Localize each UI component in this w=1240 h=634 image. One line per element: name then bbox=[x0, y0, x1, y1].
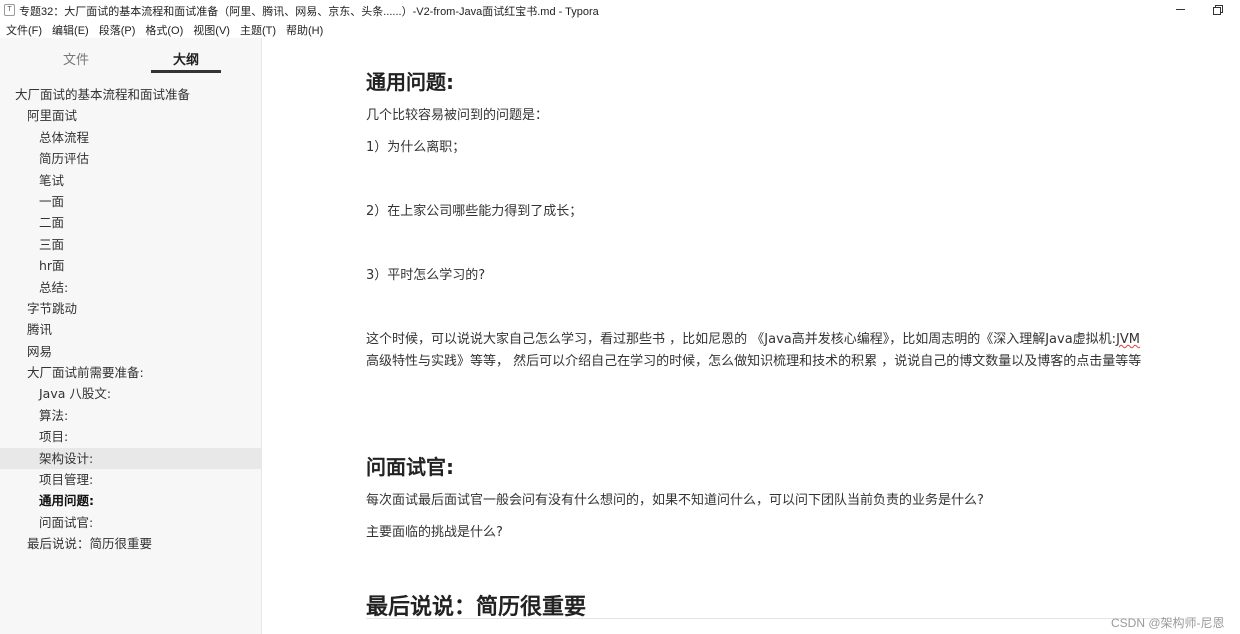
menu-theme[interactable]: 主题(T) bbox=[235, 20, 281, 38]
paragraph-question-1: 1）为什么离职； bbox=[366, 140, 466, 155]
outline-item[interactable]: 二面 bbox=[0, 212, 262, 233]
paragraph-study-line-2: 高级特性与实践》等等， 然后可以介绍自己在学习的时候，怎么做知识梳理和技术的积累… bbox=[366, 354, 1142, 369]
editor-pane[interactable]: 通用问题: 几个比较容易被问到的问题是： 1）为什么离职； 2）在上家公司哪些能… bbox=[263, 38, 1240, 634]
menu-edit[interactable]: 编辑(E) bbox=[47, 20, 94, 38]
sidebar: 文件 大纲 大厂面试的基本流程和面试准备 阿里面试 总体流程 简历评估 笔试 一面 二面 三面… bbox=[0, 38, 262, 634]
paragraph-ask-2: 主要面临的挑战是什么? bbox=[366, 525, 503, 540]
outline-item[interactable]: 最后说说：简历很重要 bbox=[0, 533, 262, 554]
tab-outline[interactable]: 大纲 bbox=[151, 49, 221, 68]
outline-item[interactable]: Java 八股文: bbox=[0, 383, 262, 404]
outline-item[interactable]: 笔试 bbox=[0, 170, 262, 191]
menu-bar: 文件(F) 编辑(E) 段落(P) 格式(O) 视图(V) 主题(T) 帮助(H… bbox=[0, 20, 328, 38]
outline-item[interactable]: 大厂面试前需要准备: bbox=[0, 362, 262, 383]
paragraph-study-text: 这个时候，可以说说大家自己怎么学习，看过那些书 ，比如尼恩的 《Java高并发核… bbox=[366, 332, 1117, 347]
restore-icon[interactable] bbox=[1212, 3, 1224, 15]
minimize-icon[interactable] bbox=[1175, 3, 1187, 15]
outline-item[interactable]: 阿里面试 bbox=[0, 105, 262, 126]
outline-item[interactable]: 字节跳动 bbox=[0, 298, 262, 319]
menu-format[interactable]: 格式(O) bbox=[140, 20, 188, 38]
paragraph-study-line-1: 这个时候，可以说说大家自己怎么学习，看过那些书 ，比如尼恩的 《Java高并发核… bbox=[366, 329, 1140, 351]
outline-item[interactable]: hr面 bbox=[0, 255, 262, 276]
outline-item[interactable]: 项目管理: bbox=[0, 469, 262, 490]
menu-paragraph[interactable]: 段落(P) bbox=[94, 20, 141, 38]
heading-resume-important: 最后说说：简历很重要 bbox=[366, 595, 587, 620]
outline-item[interactable]: 通用问题: bbox=[0, 490, 262, 511]
outline-item[interactable]: 简历评估 bbox=[0, 148, 262, 169]
heading-underline bbox=[366, 618, 1166, 619]
outline-item[interactable]: 架构设计: bbox=[0, 447, 262, 470]
paragraph-question-3: 3）平时怎么学习的? bbox=[366, 268, 486, 283]
paragraph-intro: 几个比较容易被问到的问题是： bbox=[366, 108, 549, 123]
title-bar: T 专题32：大厂面试的基本流程和面试准备（阿里、腾讯、网易、京东、头条....… bbox=[0, 0, 1240, 20]
sidebar-tabs: 文件 大纲 bbox=[0, 38, 262, 74]
outline-item[interactable]: 一面 bbox=[0, 191, 262, 212]
outline-item[interactable]: 总结: bbox=[0, 277, 262, 298]
typora-app-icon: T bbox=[4, 4, 15, 16]
active-tab-indicator bbox=[151, 70, 221, 73]
outline-item[interactable]: 总体流程 bbox=[0, 127, 262, 148]
outline-item[interactable]: 腾讯 bbox=[0, 319, 262, 340]
outline-item[interactable]: 问面试官: bbox=[0, 512, 262, 533]
menu-file[interactable]: 文件(F) bbox=[0, 20, 47, 38]
outline-list: 大厂面试的基本流程和面试准备 阿里面试 总体流程 简历评估 笔试 一面 二面 三面 hr面 总结:… bbox=[0, 84, 262, 555]
heading-ask-interviewer: 问面试官: bbox=[366, 455, 454, 479]
spellcheck-word: JVM bbox=[1116, 332, 1141, 347]
outline-item[interactable]: 大厂面试的基本流程和面试准备 bbox=[0, 84, 262, 105]
heading-general-questions: 通用问题: bbox=[366, 70, 454, 94]
tab-files[interactable]: 文件 bbox=[41, 49, 111, 68]
menu-help[interactable]: 帮助(H) bbox=[281, 20, 328, 38]
paragraph-ask-1: 每次面试最后面试官一般会问有没有什么想问的，如果不知道问什么，可以问下团队当前负… bbox=[366, 493, 984, 508]
csdn-watermark: CSDN @架构师-尼恩 bbox=[1111, 616, 1225, 630]
outline-item[interactable]: 项目: bbox=[0, 426, 262, 447]
outline-item[interactable]: 三面 bbox=[0, 234, 262, 255]
paragraph-question-2: 2）在上家公司哪些能力得到了成长； bbox=[366, 204, 583, 219]
outline-item[interactable]: 算法: bbox=[0, 405, 262, 426]
menu-view[interactable]: 视图(V) bbox=[188, 20, 235, 38]
window-title: 专题32：大厂面试的基本流程和面试准备（阿里、腾讯、网易、京东、头条......… bbox=[19, 6, 599, 18]
outline-item[interactable]: 网易 bbox=[0, 341, 262, 362]
